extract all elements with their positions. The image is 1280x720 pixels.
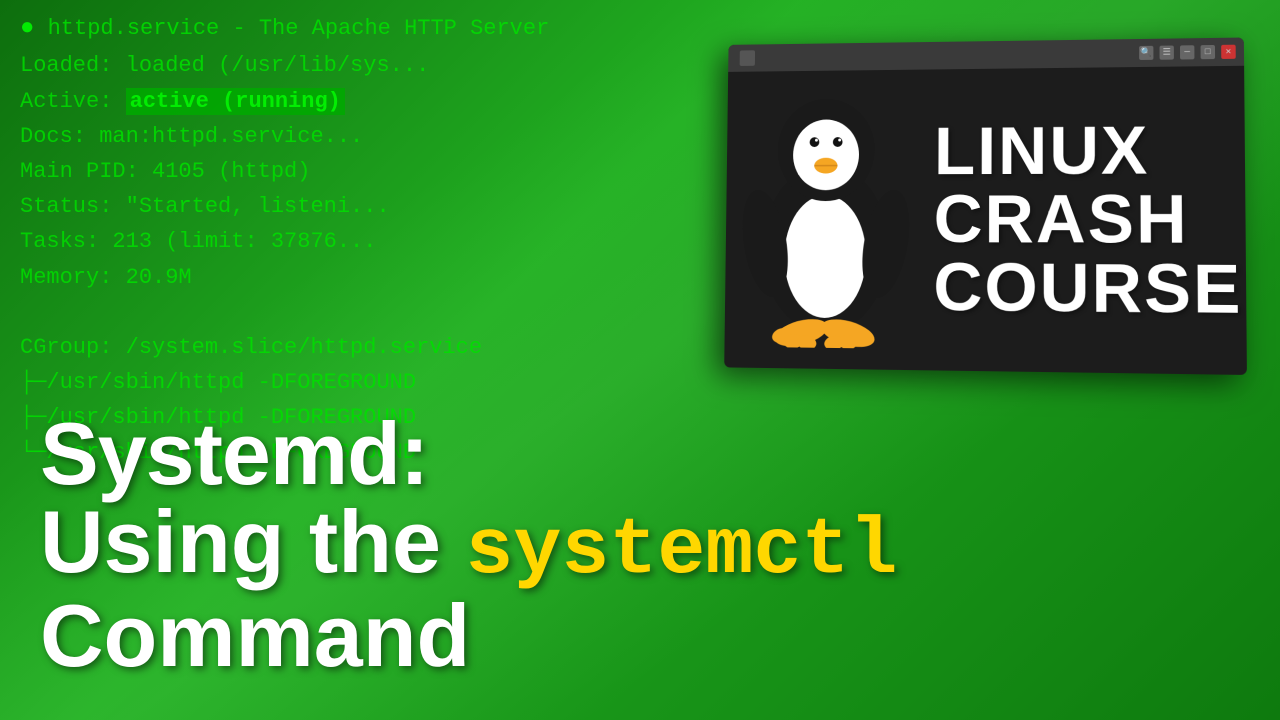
lcc-card: 🔍 ☰ ─ □ ✕ [724,38,1247,375]
lcc-title-text: LINUX CRASH COURSE [933,115,1242,324]
title-line-2: Using the systemctl [40,498,897,592]
menu-button[interactable]: ☰ [1160,46,1174,60]
title-using-the: Using the [40,492,465,591]
title-systemctl: systemctl [465,506,897,597]
title-line-3: Command [40,592,897,680]
close-button[interactable]: ✕ [1221,45,1236,59]
window-icon [740,50,755,66]
lcc-line-crash: CRASH [934,185,1189,254]
maximize-button[interactable]: □ [1201,45,1216,59]
minimize-button[interactable]: ─ [1180,45,1194,59]
lcc-line-course: COURSE [933,253,1242,324]
lcc-line-linux: LINUX [934,116,1150,185]
tux-penguin [728,80,925,359]
search-button[interactable]: 🔍 [1139,46,1153,60]
title-line-1: Systemd: [40,410,897,498]
main-title-block: Systemd: Using the systemctl Command [40,410,897,680]
